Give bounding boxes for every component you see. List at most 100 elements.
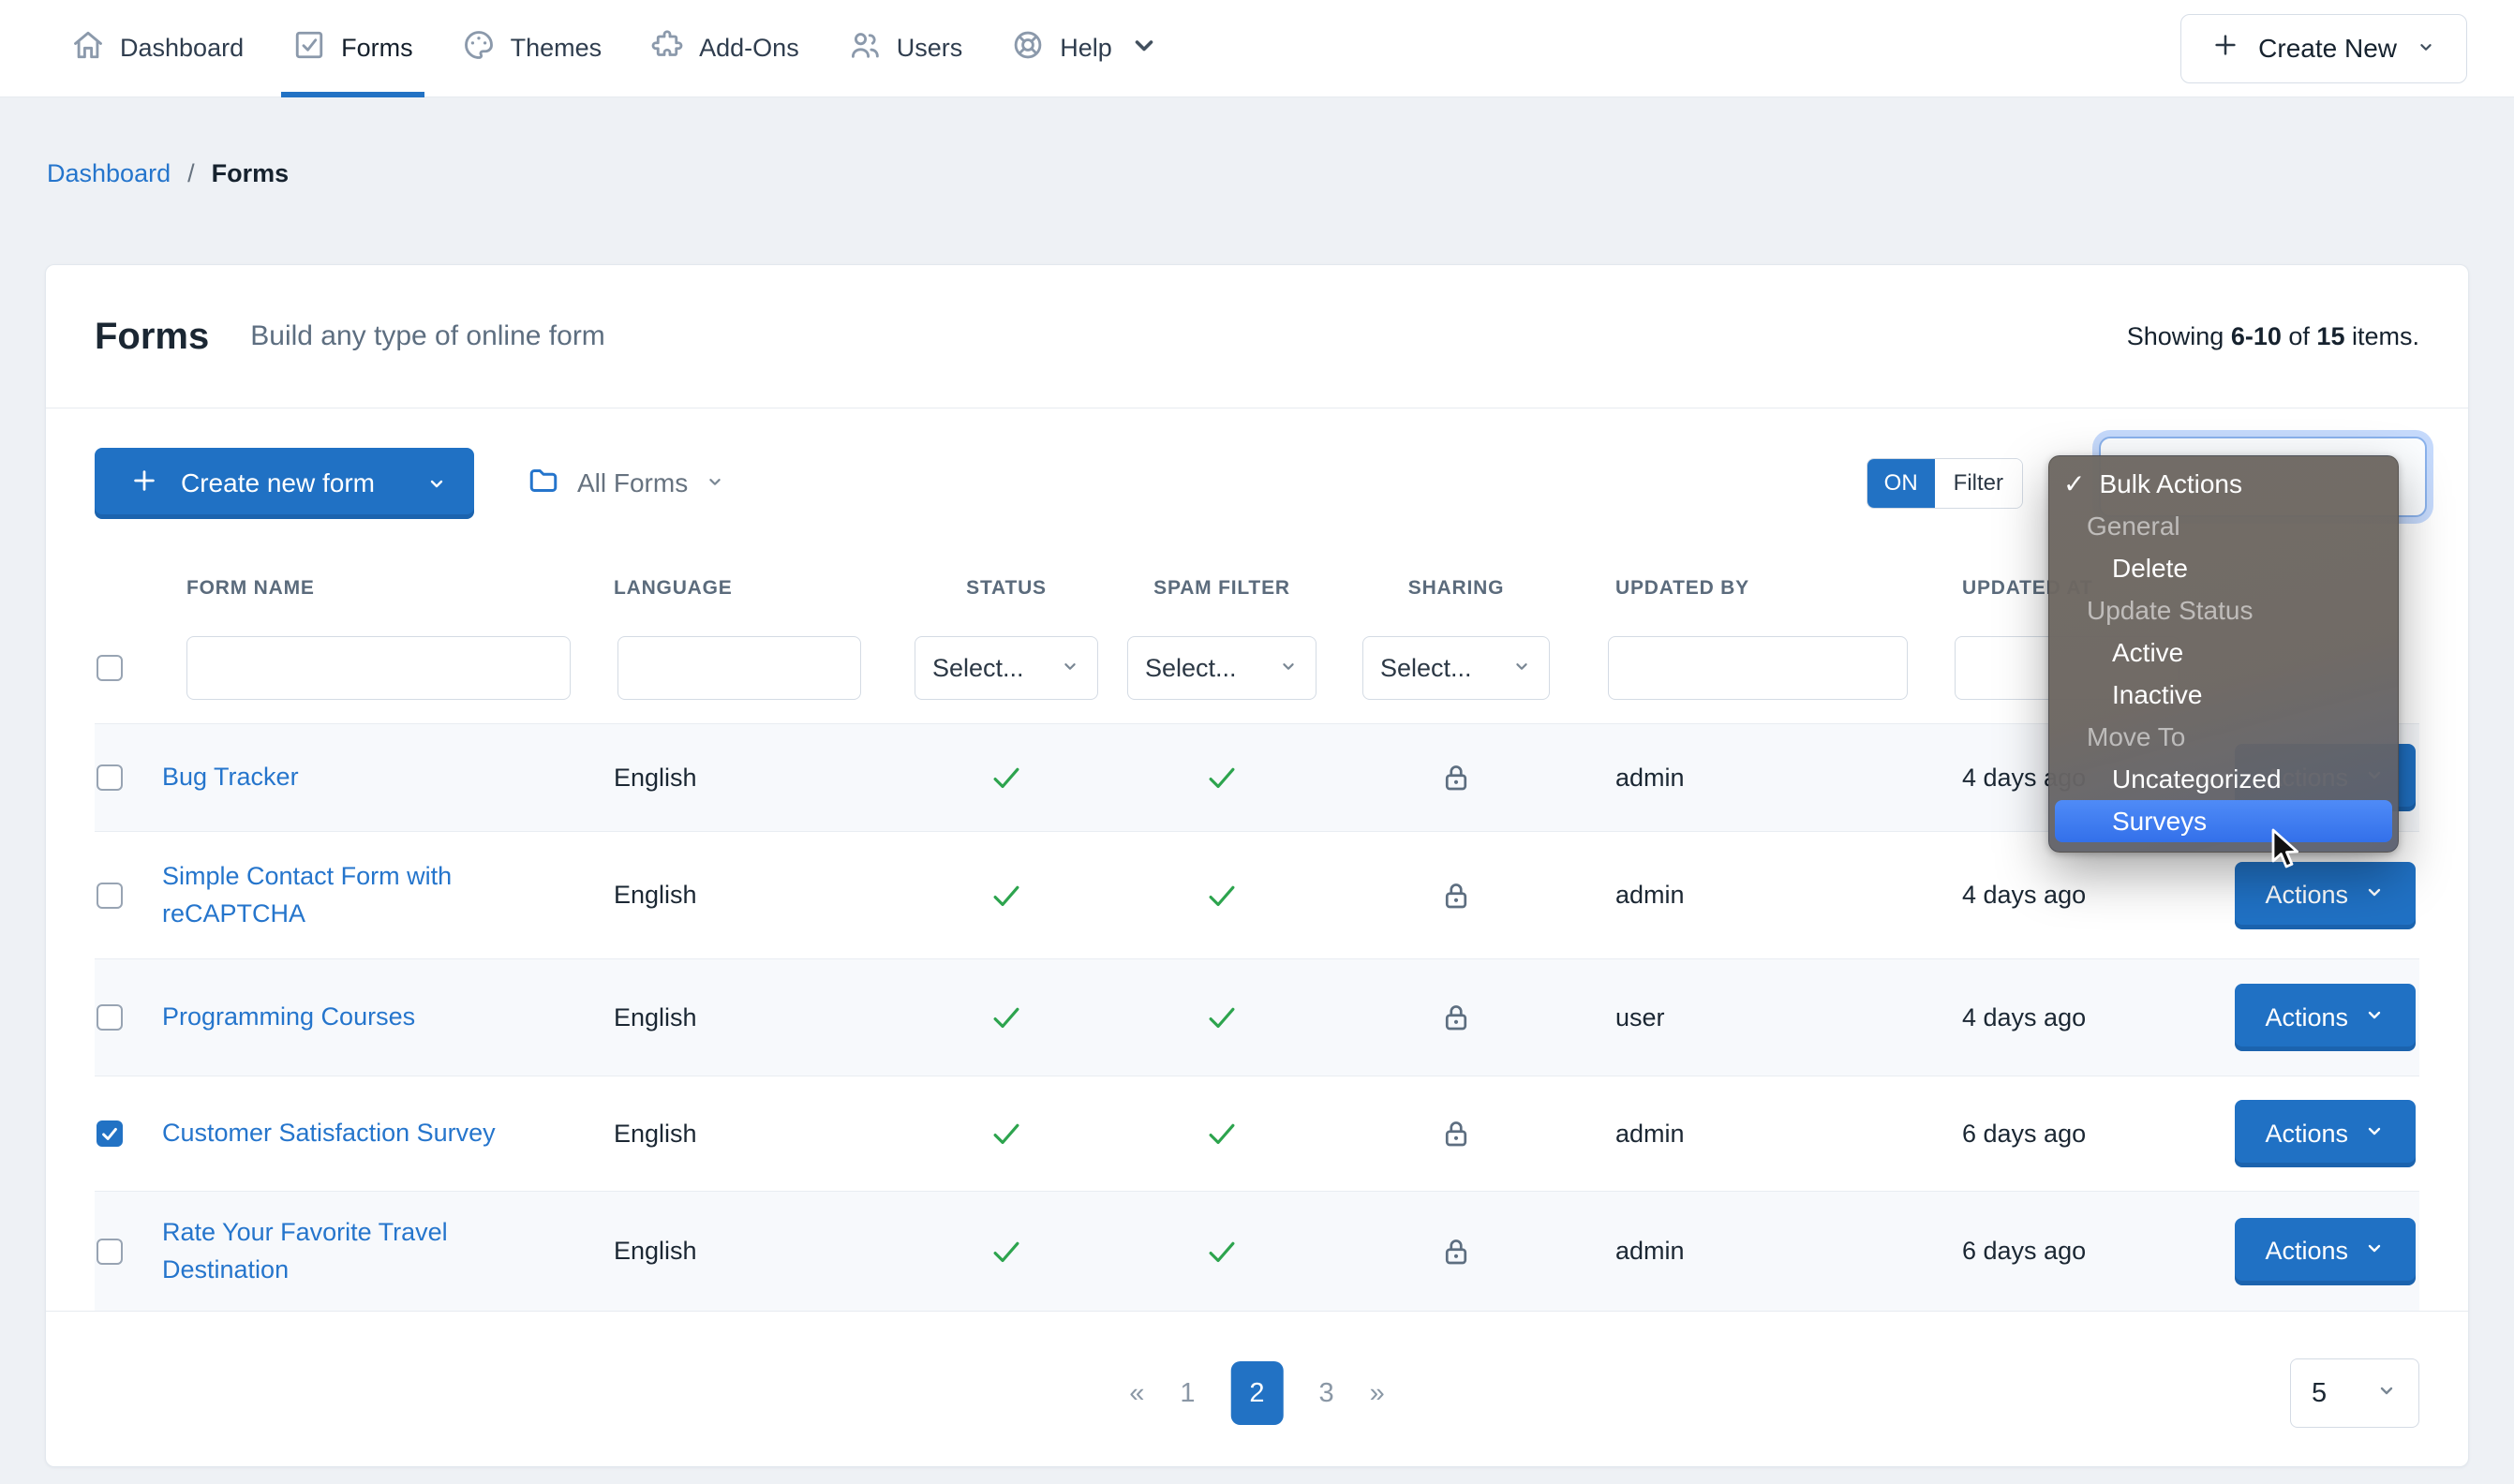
menu-item-active[interactable]: Active — [2049, 631, 2398, 674]
row-checkbox[interactable] — [97, 764, 123, 791]
nav-item-dashboard[interactable]: Dashboard — [47, 0, 268, 96]
showing-count: Showing 6-10 of 15 items. — [2126, 321, 2419, 350]
col-status: STATUS — [966, 577, 1047, 599]
check-square-icon — [292, 28, 326, 68]
language-cell: English — [614, 1237, 697, 1265]
form-name-link[interactable]: Programming Courses — [162, 999, 415, 1035]
menu-item-uncategorized[interactable]: Uncategorized — [2049, 758, 2398, 800]
menu-item-bulk-actions[interactable]: ✓ Bulk Actions — [2049, 463, 2398, 505]
menu-item-inactive[interactable]: Inactive — [2049, 674, 2398, 716]
form-name-link[interactable]: Customer Satisfaction Survey — [162, 1115, 496, 1151]
folder-icon — [527, 464, 560, 504]
check-icon: ✓ — [2063, 469, 2086, 498]
status-check-icon — [908, 878, 1105, 913]
table-row: Programming Courses English user 4 days … — [95, 958, 2419, 1076]
select-all-checkbox[interactable] — [97, 655, 123, 681]
col-form-name: FORM NAME — [186, 577, 315, 599]
create-form-dropdown-caret[interactable] — [388, 472, 474, 495]
menu-item-delete[interactable]: Delete — [2049, 547, 2398, 589]
menu-group-general: General — [2087, 511, 2180, 541]
actions-button[interactable]: Actions — [2235, 1100, 2416, 1167]
create-new-form-button[interactable]: Create new form — [95, 448, 474, 519]
chevron-down-icon — [2363, 1003, 2386, 1032]
pagination-last[interactable]: » — [1370, 1378, 1385, 1409]
status-check-icon — [908, 760, 1105, 795]
chevron-down-icon — [2375, 1378, 2398, 1409]
nav-label: Forms — [341, 34, 413, 62]
filter-updated-by-input[interactable] — [1608, 636, 1908, 700]
filter-status-select[interactable]: Select... — [915, 636, 1098, 700]
chevron-down-icon — [2363, 1237, 2386, 1266]
filter-toggle-on[interactable]: ON — [1867, 459, 1935, 508]
top-nav: Dashboard Forms Themes Add-Ons Users Hel… — [0, 0, 2514, 97]
palette-icon — [462, 28, 496, 68]
table-row: Customer Satisfaction Survey English adm… — [95, 1076, 2419, 1191]
chevron-down-icon — [2363, 881, 2386, 910]
chevron-down-icon — [1127, 28, 1161, 68]
menu-item-surveys[interactable]: Surveys — [2055, 800, 2392, 842]
updated-at-cell: 6 days ago — [1962, 1119, 2087, 1148]
row-checkbox[interactable] — [97, 1004, 123, 1031]
nav-item-themes[interactable]: Themes — [438, 0, 627, 96]
chevron-down-icon — [1511, 654, 1532, 683]
sharing-lock-icon — [1339, 1117, 1573, 1150]
col-sharing: SHARING — [1407, 577, 1505, 599]
menu-group-update-status: Update Status — [2087, 595, 2254, 625]
language-cell: English — [614, 763, 697, 792]
nav-label: Help — [1060, 34, 1112, 62]
actions-button[interactable]: Actions — [2235, 984, 2416, 1051]
actions-button[interactable]: Actions — [2235, 861, 2416, 929]
menu-group-move-to: Move To — [2087, 721, 2186, 751]
nav-item-users[interactable]: Users — [824, 0, 988, 96]
updated-by-cell: admin — [1615, 763, 1685, 792]
spam-check-icon — [1105, 878, 1339, 913]
nav-items: Dashboard Forms Themes Add-Ons Users Hel… — [47, 0, 1185, 97]
card-header: Forms Build any type of online form Show… — [46, 265, 2468, 408]
sharing-lock-icon — [1339, 1235, 1573, 1269]
updated-by-cell: admin — [1615, 1237, 1685, 1265]
updated-at-cell: 4 days ago — [1962, 1002, 2087, 1031]
pagination-page-3[interactable]: 3 — [1319, 1378, 1334, 1409]
breadcrumb-dashboard-link[interactable]: Dashboard — [47, 159, 171, 188]
filter-spam-select[interactable]: Select... — [1127, 636, 1317, 700]
form-name-link[interactable]: Simple Contact Form with reCAPTCHA — [162, 858, 499, 931]
filter-form-name-input[interactable] — [186, 636, 571, 700]
nav-item-help[interactable]: Help — [987, 0, 1185, 96]
create-new-button[interactable]: Create New — [2180, 13, 2467, 83]
pagination-page-2-current[interactable]: 2 — [1230, 1361, 1284, 1425]
nav-label: Users — [896, 34, 963, 62]
row-checkbox[interactable] — [97, 882, 123, 909]
puzzle-icon — [650, 28, 684, 68]
filter-toggle[interactable]: ON Filter — [1866, 458, 2023, 509]
updated-at-cell: 4 days ago — [1962, 881, 2087, 909]
filter-language-input[interactable] — [617, 636, 861, 700]
form-name-link[interactable]: Rate Your Favorite Travel Destination — [162, 1214, 499, 1287]
row-checkbox[interactable] — [97, 1238, 123, 1265]
col-spam-filter: SPAM FILTER — [1153, 577, 1290, 599]
col-language: LANGUAGE — [614, 577, 733, 599]
plus-icon — [130, 467, 158, 501]
updated-at-cell: 6 days ago — [1962, 1237, 2087, 1265]
spam-check-icon — [1105, 1116, 1339, 1151]
col-updated-by: UPDATED BY — [1615, 577, 1749, 599]
row-checkbox-checked[interactable] — [97, 1120, 123, 1147]
folder-filter[interactable]: All Forms — [527, 464, 725, 504]
nav-label: Add-Ons — [699, 34, 799, 62]
nav-item-forms[interactable]: Forms — [268, 0, 438, 97]
updated-by-cell: admin — [1615, 1119, 1685, 1148]
actions-button[interactable]: Actions — [2235, 1217, 2416, 1285]
page-size-select[interactable]: 5 — [2290, 1358, 2419, 1428]
forms-admin-page: Dashboard Forms Themes Add-Ons Users Hel… — [0, 0, 2514, 1484]
status-check-icon — [908, 1116, 1105, 1151]
nav-item-add-ons[interactable]: Add-Ons — [626, 0, 824, 96]
pagination-first[interactable]: « — [1129, 1378, 1144, 1409]
sharing-lock-icon — [1339, 1001, 1573, 1034]
filter-toggle-label[interactable]: Filter — [1934, 459, 2022, 508]
updated-by-cell: admin — [1615, 881, 1685, 909]
form-name-link[interactable]: Bug Tracker — [162, 759, 299, 795]
page-subtitle: Build any type of online form — [250, 320, 605, 351]
pagination-page-1[interactable]: 1 — [1180, 1378, 1195, 1409]
breadcrumb-current: Forms — [211, 159, 290, 187]
filter-sharing-select[interactable]: Select... — [1362, 636, 1550, 700]
lifebuoy-icon — [1011, 28, 1045, 68]
